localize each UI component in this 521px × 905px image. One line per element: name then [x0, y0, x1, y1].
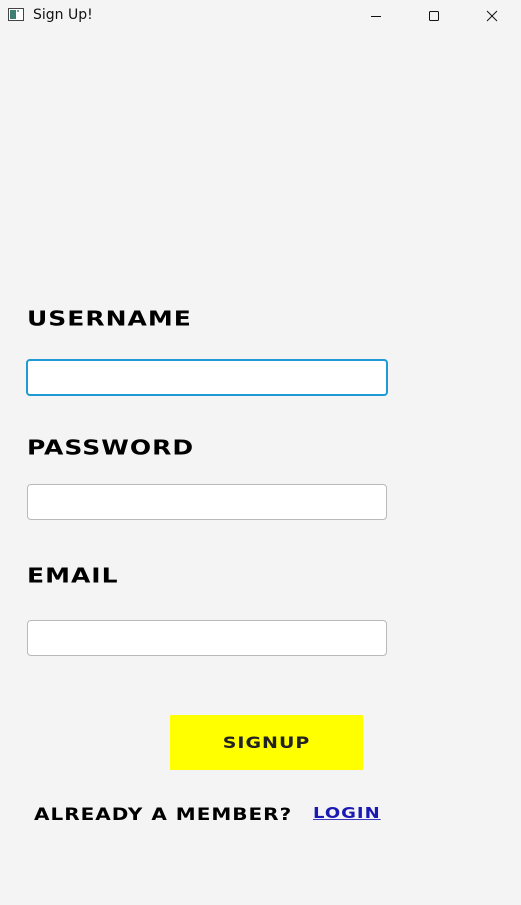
signup-button[interactable]: SIGNUP	[170, 715, 363, 770]
close-icon	[486, 10, 498, 21]
close-button[interactable]	[463, 0, 521, 31]
title-bar: Sign Up!	[0, 0, 521, 31]
already-member-text: ALREADY A MEMBER?	[34, 803, 293, 825]
login-link[interactable]: LOGIN	[313, 804, 381, 824]
maximize-icon	[429, 10, 439, 21]
signup-button-label: SIGNUP	[222, 733, 311, 752]
maximize-button[interactable]	[405, 0, 463, 31]
username-input[interactable]	[26, 359, 388, 396]
window-title: Sign Up!	[33, 7, 93, 23]
email-label: EMAIL	[27, 563, 119, 588]
password-label: PASSWORD	[27, 435, 195, 460]
minimize-button[interactable]	[347, 0, 405, 31]
minimize-icon	[371, 15, 381, 17]
password-input[interactable]	[27, 484, 387, 520]
app-window-icon	[8, 8, 24, 21]
email-input[interactable]	[27, 620, 387, 656]
username-label: USERNAME	[27, 306, 192, 331]
